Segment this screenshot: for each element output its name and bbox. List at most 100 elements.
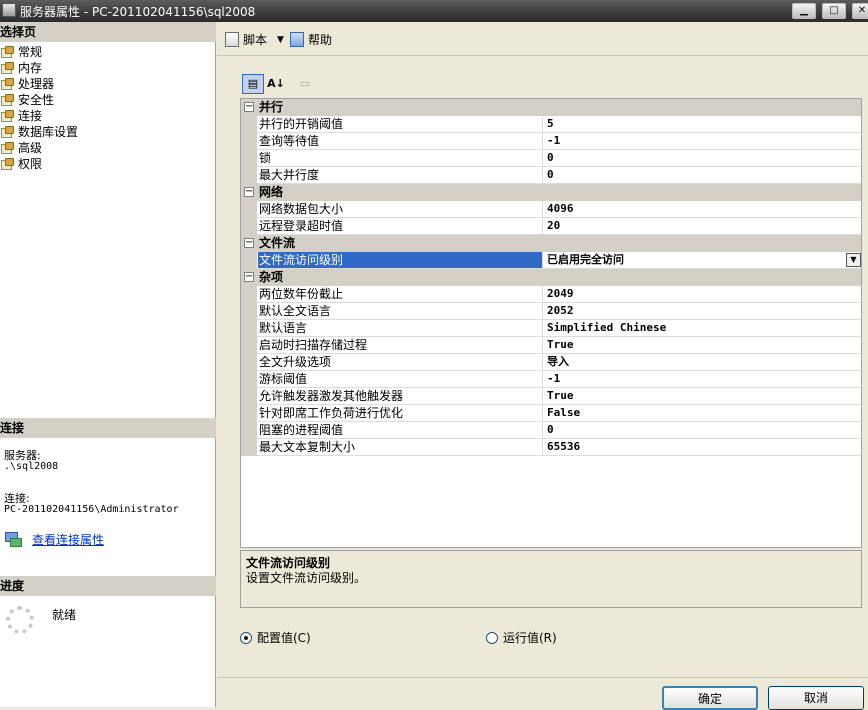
row-gutter	[241, 201, 257, 218]
row-gutter	[241, 286, 257, 303]
property-value[interactable]: True	[547, 388, 857, 404]
property-row[interactable]: 查询等待值 -1	[241, 133, 861, 150]
collapse-icon[interactable]: −	[244, 102, 254, 112]
property-row[interactable]: 阻塞的进程阈值 0	[241, 422, 861, 439]
app-icon	[2, 3, 16, 17]
sidebar-item-label: 安全性	[18, 93, 55, 107]
row-gutter	[241, 303, 257, 320]
alphabetical-button[interactable]: A↓	[265, 74, 287, 94]
property-name: 查询等待值	[258, 133, 543, 149]
property-category[interactable]: − 并行	[241, 99, 861, 116]
property-row[interactable]: 并行的开销阈值 5	[241, 116, 861, 133]
sidebar-item-label: 连接	[18, 109, 43, 123]
property-value[interactable]: False	[547, 405, 857, 421]
property-name: 最大并行度	[258, 167, 543, 183]
sidebar-item-label: 常规	[18, 45, 43, 59]
category-name: 杂项	[259, 270, 284, 284]
categorized-button[interactable]: ▤	[242, 74, 264, 94]
help-label: 帮助	[308, 33, 333, 47]
close-button[interactable]: ✕	[852, 3, 868, 19]
row-gutter	[241, 167, 257, 184]
property-row[interactable]: 网络数据包大小 4096	[241, 201, 861, 218]
property-row[interactable]: 针对即席工作负荷进行优化 False	[241, 405, 861, 422]
connection-value: PC-201102041156\Administrator	[4, 504, 179, 515]
title-bar: 服务器属性 - PC-201102041156\sql2008 ▁ □ ✕	[0, 0, 868, 22]
row-gutter	[241, 320, 257, 337]
property-row[interactable]: 游标阈值 -1	[241, 371, 861, 388]
row-gutter	[241, 133, 257, 150]
minimize-button[interactable]: ▁	[792, 3, 816, 19]
running-values-label: 运行值(R)	[503, 631, 557, 645]
cancel-button[interactable]: 取消	[768, 686, 864, 710]
property-value[interactable]: 0	[547, 422, 857, 438]
property-row[interactable]: 默认语言 Simplified Chinese	[241, 320, 861, 337]
property-row[interactable]: 远程登录超时值 20	[241, 218, 861, 235]
help-button[interactable]: 帮助	[290, 31, 340, 49]
page-icon	[0, 78, 14, 90]
property-value[interactable]: 0	[547, 167, 857, 183]
property-row[interactable]: 默认全文语言 2052	[241, 303, 861, 320]
property-grid: − 并行 并行的开销阈值 5 查询等待值 -1 锁 0 最大并行度 0− 网络 网络数据包大小 4096…	[240, 98, 862, 548]
row-gutter	[241, 252, 257, 269]
property-value[interactable]: -1	[547, 133, 857, 149]
property-value[interactable]: Simplified Chinese	[547, 320, 857, 336]
configured-values-label: 配置值(C)	[257, 631, 311, 645]
ok-button[interactable]: 确定	[662, 686, 758, 710]
property-value[interactable]: 2049	[547, 286, 857, 302]
property-row[interactable]: 两位数年份截止 2049	[241, 286, 861, 303]
property-value[interactable]: 导入	[547, 354, 857, 370]
property-category[interactable]: − 文件流	[241, 235, 861, 252]
collapse-icon[interactable]: −	[244, 238, 254, 248]
collapse-icon[interactable]: −	[244, 187, 254, 197]
page-icon	[0, 46, 14, 58]
property-value[interactable]: True	[547, 337, 857, 353]
property-name: 全文升级选项	[258, 354, 543, 370]
property-row[interactable]: 最大并行度 0	[241, 167, 861, 184]
view-connection-properties-link[interactable]: 查看连接属性	[32, 531, 104, 548]
property-value[interactable]: 2052	[547, 303, 857, 319]
property-name: 远程登录超时值	[258, 218, 543, 234]
configured-values-radio[interactable]: 配置值(C)	[240, 630, 330, 646]
category-name: 并行	[259, 100, 284, 114]
property-sort-bar: ▤ A↓ ▭	[240, 72, 320, 96]
property-row[interactable]: 锁0	[241, 150, 861, 167]
property-value[interactable]: 0	[547, 150, 857, 166]
property-category[interactable]: − 杂项	[241, 269, 861, 286]
property-name: 默认全文语言	[258, 303, 543, 319]
property-value[interactable]: -1	[547, 371, 857, 387]
property-value[interactable]: 4096	[547, 201, 857, 217]
page-icon	[0, 126, 14, 138]
maximize-button[interactable]: □	[822, 3, 846, 19]
help-icon	[290, 32, 304, 47]
property-pages-icon: ▭	[299, 77, 311, 90]
page-icon	[0, 94, 14, 106]
row-gutter	[241, 371, 257, 388]
chevron-down-icon[interactable]: ▼	[846, 253, 861, 267]
property-row[interactable]: 启动时扫描存储过程 True	[241, 337, 861, 354]
property-value[interactable]: 65536	[547, 439, 857, 455]
property-row[interactable]: 全文升级选项 导入	[241, 354, 861, 371]
property-value[interactable]: 5	[547, 116, 857, 132]
property-value[interactable]: 已启用完全访问	[547, 252, 857, 268]
row-gutter	[241, 354, 257, 371]
property-row[interactable]: 允许触发器激发其他触发器 True	[241, 388, 861, 405]
running-values-radio[interactable]: 运行值(R)	[486, 630, 576, 646]
row-gutter	[241, 422, 257, 439]
property-row[interactable]: 最大文本复制大小 65536	[241, 439, 861, 456]
sort-alpha-icon: A↓	[267, 77, 285, 90]
row-gutter	[241, 405, 257, 422]
property-name: 允许触发器激发其他触发器	[258, 388, 543, 404]
sidebar-item-label: 高级	[18, 141, 43, 155]
collapse-icon[interactable]: −	[244, 272, 254, 282]
script-button[interactable]: 脚本 ▼	[225, 31, 287, 49]
property-name: 最大文本复制大小	[258, 439, 543, 455]
page-icon	[0, 62, 14, 74]
property-category[interactable]: − 网络	[241, 184, 861, 201]
row-gutter	[241, 388, 257, 405]
row-gutter	[241, 218, 257, 235]
property-name: 默认语言	[258, 320, 543, 336]
property-row[interactable]: 文件流访问级别 已启用完全访问 ▼	[241, 252, 861, 269]
property-value[interactable]: 20	[547, 218, 857, 234]
chevron-down-icon[interactable]: ▼	[277, 31, 284, 49]
property-pages-button[interactable]: ▭	[294, 74, 316, 94]
